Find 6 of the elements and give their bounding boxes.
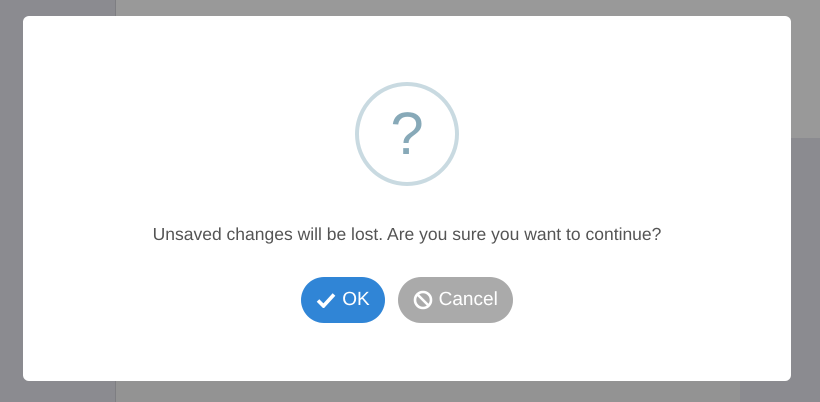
cancel-button[interactable]: Cancel	[398, 277, 513, 323]
check-icon	[316, 292, 336, 308]
ok-button[interactable]: OK	[301, 277, 385, 323]
dialog-message: Unsaved changes will be lost. Are you sure you want to continue?	[152, 224, 662, 245]
question-icon: ?	[355, 82, 459, 186]
prohibited-icon	[412, 290, 433, 310]
